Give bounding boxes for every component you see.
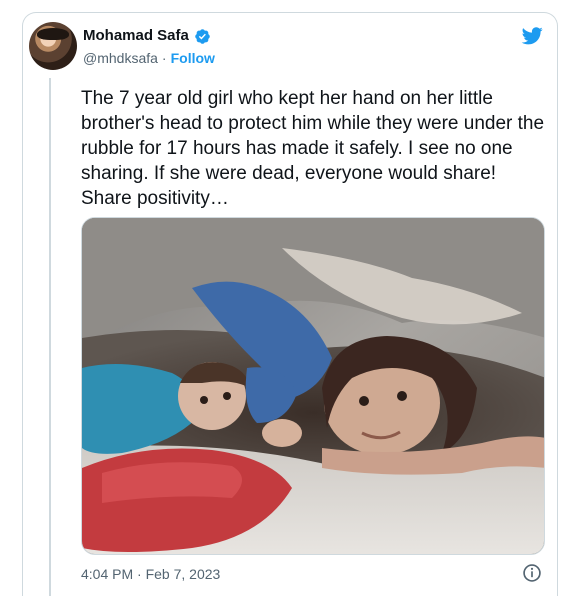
follow-link[interactable]: Follow <box>171 49 215 67</box>
thread-line <box>49 78 51 596</box>
author-handle[interactable]: @mhdksafa <box>83 49 158 67</box>
author-name[interactable]: Mohamad Safa <box>83 27 189 45</box>
tweet-photo[interactable] <box>81 217 545 555</box>
separator-dot: · <box>161 50 167 66</box>
photo-illustration <box>82 218 544 554</box>
author-row: Mohamad Safa <box>83 27 211 45</box>
avatar[interactable] <box>29 22 77 70</box>
tweet-timestamp[interactable]: 4:04 PM · Feb 7, 2023 <box>81 565 220 583</box>
info-icon[interactable] <box>522 563 542 583</box>
verified-badge-icon <box>195 28 210 44</box>
handle-row: @mhdksafa · Follow <box>83 49 215 67</box>
twitter-bird-icon[interactable] <box>520 25 545 46</box>
tweet-text: The 7 year old girl who kept her hand on… <box>81 88 545 209</box>
